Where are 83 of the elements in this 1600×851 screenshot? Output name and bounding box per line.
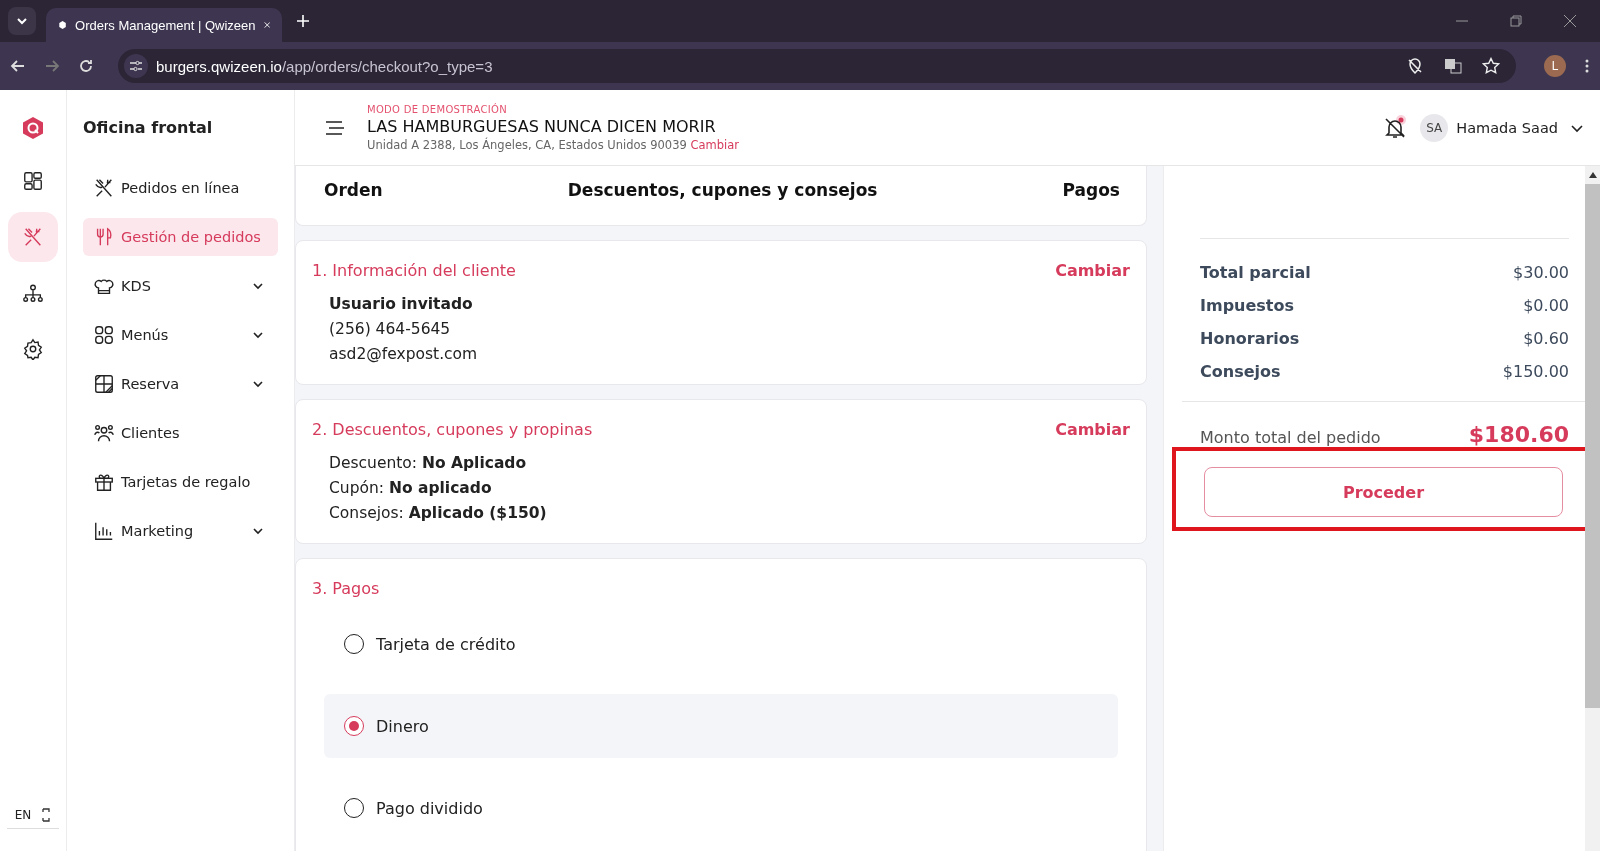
total-amount: $180.60 bbox=[1468, 422, 1569, 447]
profile-avatar[interactable]: L bbox=[1544, 55, 1566, 77]
summary-label: Total parcial bbox=[1200, 263, 1311, 282]
tab-search-button[interactable] bbox=[8, 7, 36, 35]
utensils-icon bbox=[93, 177, 115, 199]
change-address-link[interactable]: Cambiar bbox=[690, 137, 739, 152]
summary-value: $0.60 bbox=[1523, 329, 1569, 348]
section-title: 3. Pagos bbox=[312, 579, 380, 598]
checkout-step[interactable]: Descuentos, cupones y consejos bbox=[567, 179, 878, 200]
address-bar[interactable]: burgers.qwizeen.io/app/orders/checkout?o_type=3 bbox=[118, 49, 1516, 83]
utensils-icon bbox=[22, 226, 44, 248]
scrollbar-thumb[interactable] bbox=[1585, 184, 1600, 708]
logo-icon[interactable] bbox=[22, 116, 44, 140]
checkout-step[interactable]: Orden bbox=[324, 179, 383, 200]
user-name[interactable]: Hamada Saad bbox=[1456, 119, 1558, 136]
network-icon bbox=[22, 282, 44, 304]
forward-arrow-icon[interactable] bbox=[44, 58, 60, 74]
site-settings-icon[interactable] bbox=[124, 54, 148, 78]
more-options-icon[interactable] bbox=[1584, 58, 1590, 74]
detail-text: Cupón: No aplicado bbox=[329, 478, 493, 498]
language-label[interactable]: EN bbox=[14, 808, 32, 822]
restaurant-address: Unidad A 2388, Los Ángeles, CA, Estados Unidos 90039 bbox=[367, 137, 688, 152]
grid-icon bbox=[93, 324, 115, 346]
sidebar-item[interactable]: Pedidos en línea bbox=[83, 169, 278, 207]
payment-option[interactable]: Dinero bbox=[324, 694, 1118, 758]
detail-text: (256) 464-5645 bbox=[329, 319, 452, 339]
scrollbar[interactable] bbox=[1585, 166, 1600, 851]
close-icon[interactable] bbox=[1563, 14, 1577, 28]
change-link[interactable]: Cambiar bbox=[1055, 420, 1130, 439]
sidebar-item[interactable]: Gestión de pedidos bbox=[83, 218, 278, 256]
dashboard-icon bbox=[22, 170, 44, 192]
notifications-off-icon[interactable] bbox=[1382, 114, 1409, 141]
restaurant-name: LAS HAMBURGUESAS NUNCA DICEN MORIR bbox=[367, 116, 717, 136]
reload-icon[interactable] bbox=[78, 58, 94, 74]
floor-plan-icon bbox=[93, 373, 115, 395]
total-label: Monto total del pedido bbox=[1200, 428, 1381, 447]
summary-label: Impuestos bbox=[1200, 296, 1294, 315]
detail-text: Descuento: No Aplicado bbox=[329, 453, 528, 473]
user-avatar[interactable]: SA bbox=[1420, 113, 1449, 142]
sidebar-item[interactable]: Menús bbox=[83, 316, 278, 354]
location-off-icon[interactable] bbox=[1406, 57, 1424, 75]
tab-title: Orders Management | Qwizeen bbox=[75, 17, 256, 33]
bar-chart-icon bbox=[93, 520, 115, 542]
payment-option[interactable]: Tarjeta de crédito bbox=[324, 612, 1118, 676]
sidebar-title: Oficina frontal bbox=[83, 118, 214, 137]
browser-tab[interactable]: Orders Management | Qwizeen bbox=[46, 8, 282, 42]
payment-option[interactable]: Pago dividido bbox=[324, 776, 1118, 840]
people-icon bbox=[93, 422, 115, 444]
url-text: burgers.qwizeen.io/app/orders/checkout?o_type=3 bbox=[156, 57, 493, 75]
proceed-button[interactable]: Proceder bbox=[1204, 467, 1563, 517]
sidebar-item[interactable]: Reserva bbox=[83, 365, 278, 403]
menu-icon[interactable] bbox=[325, 119, 345, 136]
summary-value: $30.00 bbox=[1513, 263, 1569, 282]
detail-text: asd2@fexpost.com bbox=[329, 344, 479, 364]
hexagon-icon bbox=[58, 18, 68, 32]
plus-icon[interactable] bbox=[296, 14, 310, 28]
back-arrow-icon[interactable] bbox=[10, 58, 26, 74]
translate-icon[interactable] bbox=[1444, 57, 1462, 75]
scroll-up-icon[interactable] bbox=[1588, 172, 1597, 178]
chevron-down-icon bbox=[16, 15, 28, 27]
gear-icon bbox=[22, 338, 44, 360]
detail-text: Consejos: Aplicado ($150) bbox=[329, 503, 548, 523]
checkout-step[interactable]: Pagos bbox=[1062, 179, 1120, 200]
summary-label: Consejos bbox=[1200, 362, 1281, 381]
section-title: 2. Descuentos, cupones y propinas bbox=[312, 420, 593, 439]
radio-button[interactable] bbox=[344, 634, 364, 654]
radio-button[interactable] bbox=[344, 716, 364, 736]
detail-text: Usuario invitado bbox=[329, 294, 474, 314]
sidebar-item[interactable]: Clientes bbox=[83, 414, 278, 452]
summary-value: $0.00 bbox=[1523, 296, 1569, 315]
gift-icon bbox=[93, 471, 115, 493]
summary-value: $150.00 bbox=[1502, 362, 1569, 381]
change-link[interactable]: Cambiar bbox=[1055, 261, 1130, 280]
expand-icon[interactable] bbox=[41, 808, 52, 822]
section-title: 1. Información del cliente bbox=[312, 261, 516, 280]
sidebar-item[interactable]: KDS bbox=[83, 267, 278, 305]
radio-button[interactable] bbox=[344, 798, 364, 818]
restore-icon[interactable] bbox=[1509, 14, 1523, 28]
star-icon[interactable] bbox=[1482, 57, 1500, 75]
demo-mode-label: MODO DE DEMOSTRACIÓN bbox=[367, 103, 508, 115]
summary-label: Honorarios bbox=[1200, 329, 1300, 348]
sidebar-item[interactable]: Tarjetas de regalo bbox=[83, 463, 278, 501]
sidebar-item[interactable]: Marketing bbox=[83, 512, 278, 550]
